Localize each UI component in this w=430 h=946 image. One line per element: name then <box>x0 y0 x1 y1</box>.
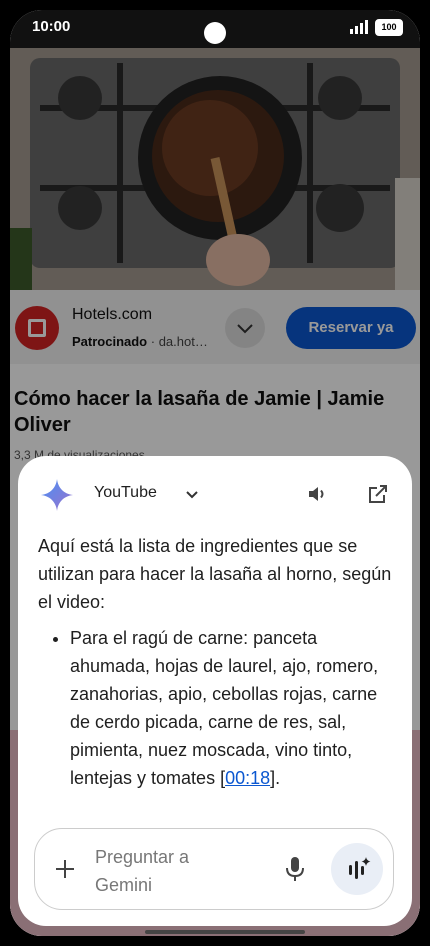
gemini-star-icon <box>41 479 73 511</box>
content-fade <box>18 792 412 832</box>
signal-icon <box>350 20 368 34</box>
list-item-end: . <box>275 768 281 788</box>
open-external-icon[interactable] <box>366 482 390 506</box>
home-indicator[interactable] <box>145 930 305 934</box>
status-bar: 10:00 100 <box>10 10 420 48</box>
list-item-text: Para el ragú de carne: panceta ahumada, … <box>70 628 379 788</box>
prompt-placeholder[interactable]: Preguntar a Gemini <box>95 843 245 899</box>
plus-icon[interactable] <box>53 857 77 881</box>
timestamp-link[interactable]: 00:18 <box>225 768 270 788</box>
front-camera <box>204 22 226 44</box>
mic-icon[interactable] <box>283 855 307 883</box>
chevron-down-icon[interactable] <box>183 486 201 504</box>
gemini-response: Aquí está la lista de ingredientes que s… <box>38 532 394 792</box>
source-app-selector[interactable]: YouTube <box>94 484 157 502</box>
gemini-live-icon <box>349 857 371 879</box>
speaker-icon[interactable] <box>306 482 330 506</box>
response-intro: Aquí está la lista de ingredientes que s… <box>38 536 392 612</box>
ingredient-list: Para el ragú de carne: panceta ahumada, … <box>38 624 394 792</box>
gemini-overlay: YouTube Aquí está la lista de ingredient… <box>18 456 412 926</box>
gemini-live-button[interactable] <box>331 843 383 895</box>
battery-icon: 100 <box>375 19 403 36</box>
prompt-input[interactable]: Preguntar a Gemini <box>34 828 394 910</box>
device-frame: 10:00 100 Hotels.com Patrocinado · da.ho… <box>0 0 430 946</box>
status-time: 10:00 <box>32 18 71 35</box>
list-item: Para el ragú de carne: panceta ahumada, … <box>70 624 394 792</box>
screen: 10:00 100 Hotels.com Patrocinado · da.ho… <box>10 10 420 936</box>
